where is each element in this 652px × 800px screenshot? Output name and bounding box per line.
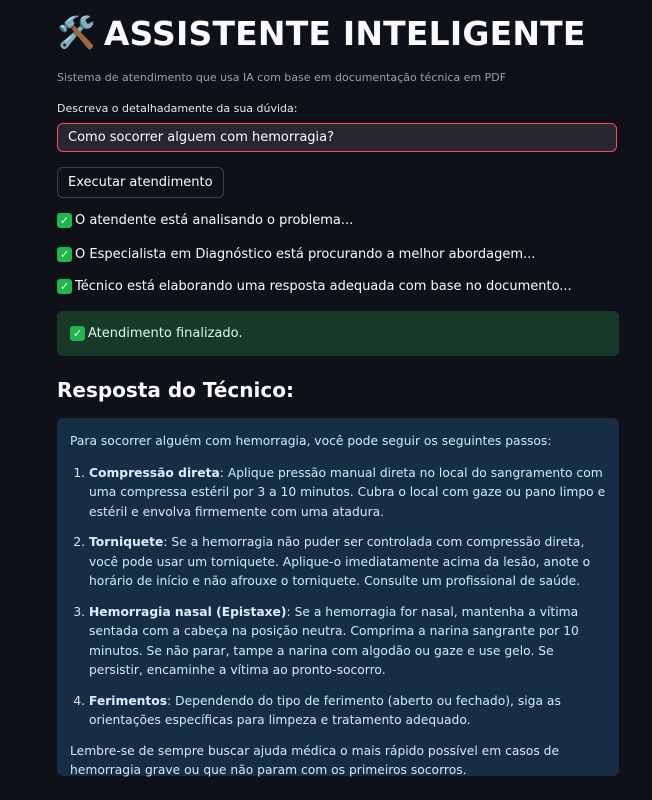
list-item: Hemorragia nasal (Epistaxe): Se a hemorr… xyxy=(89,603,606,681)
status-text: Técnico está elaborando uma resposta ade… xyxy=(75,279,572,294)
response-box: Para socorrer alguém com hemorragia, voc… xyxy=(57,418,619,777)
question-input-value: Como socorrer alguem com hemorragia? xyxy=(68,130,335,145)
check-icon: ✓ xyxy=(57,247,72,262)
step-term: Torniquete xyxy=(89,535,164,549)
check-icon: ✓ xyxy=(70,326,85,341)
check-icon: ✓ xyxy=(57,279,72,294)
success-text: Atendimento finalizado. xyxy=(88,326,243,341)
check-icon: ✓ xyxy=(57,213,72,228)
status-message: ✓ Técnico está elaborando uma resposta a… xyxy=(57,279,572,294)
status-text: O atendente está analisando o problema..… xyxy=(75,213,354,228)
step-term: Compressão direta xyxy=(89,465,220,480)
response-steps: Compressão direta: Aplique pressão manua… xyxy=(70,464,606,731)
list-item: Torniquete: Se a hemorragia não puder se… xyxy=(89,533,606,592)
step-term: Hemorragia nasal (Epistaxe) xyxy=(89,604,287,619)
question-label: Descreva o detalhadamente da sua dúvida: xyxy=(57,102,298,115)
list-item: Ferimentos: Dependendo do tipo de ferime… xyxy=(89,692,606,731)
question-input[interactable]: Como socorrer alguem com hemorragia? xyxy=(57,123,617,152)
page-title-text: ASSISTENTE INTELIGENTE xyxy=(103,14,586,53)
step-term: Ferimentos xyxy=(89,693,168,708)
success-alert: ✓ Atendimento finalizado. xyxy=(57,311,619,356)
response-intro: Para socorrer alguém com hemorragia, voc… xyxy=(70,434,552,448)
status-message: ✓ O Especialista em Diagnóstico está pro… xyxy=(57,247,535,262)
tools-icon: 🛠️ xyxy=(57,15,96,51)
list-item: Compressão direta: Aplique pressão manua… xyxy=(89,464,606,523)
response-outro: Lembre-se de sempre buscar ajuda médica … xyxy=(70,743,560,778)
page-subtitle: Sistema de atendimento que usa IA com ba… xyxy=(57,71,507,84)
status-text: O Especialista em Diagnóstico está procu… xyxy=(75,247,536,262)
step-text: : Se a hemorragia não puder ser controla… xyxy=(89,535,591,588)
status-message: ✓ O atendente está analisando o problema… xyxy=(57,213,353,228)
execute-button[interactable]: Executar atendimento xyxy=(57,167,224,198)
response-title: Resposta do Técnico: xyxy=(57,378,294,402)
page-title: 🛠️ ASSISTENTE INTELIGENTE xyxy=(57,14,586,53)
